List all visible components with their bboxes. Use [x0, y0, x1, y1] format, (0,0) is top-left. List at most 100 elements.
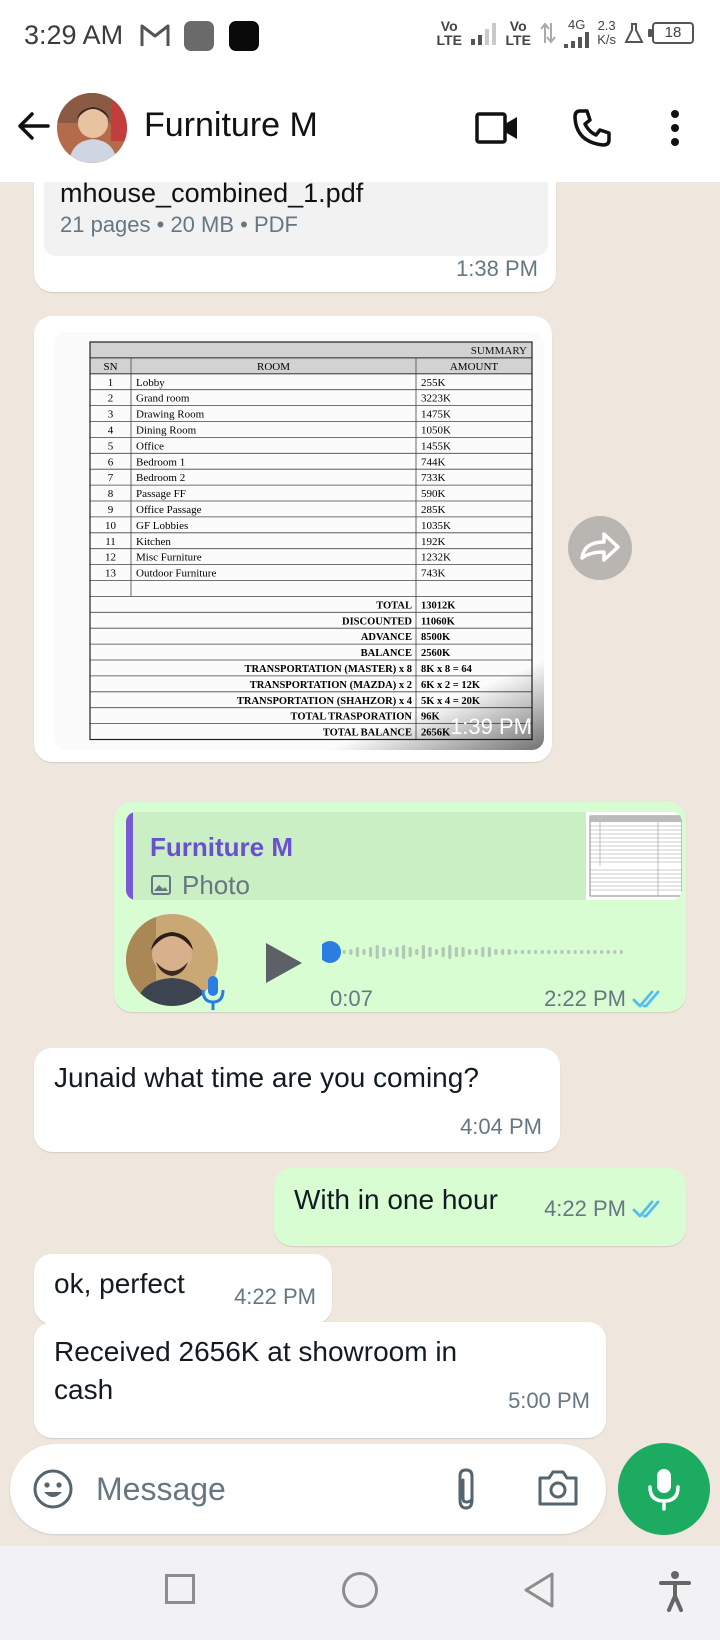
- home-button[interactable]: [342, 1572, 378, 1608]
- table-cell: 1: [108, 377, 114, 389]
- table-cell: Kitchen: [136, 536, 171, 548]
- waveform-bar: [540, 950, 544, 954]
- message-composer: [10, 1444, 606, 1534]
- chat-title[interactable]: Furniture M: [144, 106, 318, 145]
- table-cell: 1232K: [421, 552, 451, 564]
- app-notification-icon: [184, 21, 214, 51]
- waveform-bar: [468, 949, 472, 955]
- table-cell: 255K: [421, 377, 446, 389]
- voice-record-button[interactable]: [618, 1443, 710, 1535]
- system-back-icon[interactable]: [522, 1570, 556, 1610]
- message-time: 5:00 PM: [508, 1388, 590, 1413]
- waveform-bar: [534, 950, 538, 954]
- table-total-value: 11060K: [421, 616, 456, 627]
- table-cell: Misc Furniture: [136, 552, 202, 564]
- quoted-message[interactable]: Furniture M Photo: [126, 812, 682, 900]
- message-incoming[interactable]: Received 2656K at showroom in cash 5:00 …: [34, 1322, 606, 1438]
- table-title: SUMMARY: [471, 345, 527, 357]
- table-cell: 744K: [421, 456, 446, 468]
- table-cell: Dining Room: [136, 425, 197, 437]
- waveform-bar: [388, 949, 392, 955]
- message-text: ok, perfect: [54, 1268, 185, 1299]
- flask-icon: [624, 23, 644, 43]
- speed-value: 2.3: [597, 18, 616, 33]
- table-title-row: [89, 341, 533, 359]
- chat-area[interactable]: mhouse_combined_1.pdf 21 pages • 20 MB •…: [0, 182, 720, 1440]
- waveform-bar: [461, 947, 465, 957]
- contact-avatar[interactable]: [57, 93, 127, 163]
- document-message[interactable]: mhouse_combined_1.pdf 21 pages • 20 MB •…: [34, 182, 556, 292]
- photo-message[interactable]: SUMMARY SN ROOM AMOUNT 1 Lobby 255K 2 Grand room…: [34, 316, 552, 762]
- waveform-bar: [408, 947, 412, 957]
- table-cell: Bedroom 1: [136, 456, 185, 468]
- table-cell: 9: [108, 504, 114, 516]
- system-nav-bar: [0, 1546, 720, 1640]
- table-total-label: TOTAL: [376, 600, 412, 611]
- accessibility-icon[interactable]: [658, 1570, 692, 1612]
- attach-icon[interactable]: [450, 1466, 484, 1512]
- forward-button[interactable]: [568, 516, 632, 580]
- table-header-cell: AMOUNT: [450, 361, 499, 373]
- network-type-label: 4G: [568, 17, 586, 32]
- waveform-bar: [415, 949, 419, 955]
- document-card[interactable]: mhouse_combined_1.pdf 21 pages • 20 MB •…: [44, 182, 548, 256]
- message-time: 2:22 PM: [544, 986, 626, 1011]
- quoted-type: Photo: [182, 870, 250, 900]
- table-cell: 13: [105, 568, 117, 580]
- voice-duration: 0:07: [330, 986, 373, 1011]
- waveform-bar: [402, 945, 406, 959]
- phone-call-icon[interactable]: [572, 108, 612, 148]
- summary-table-image[interactable]: SUMMARY SN ROOM AMOUNT 1 Lobby 255K 2 Grand room…: [54, 332, 544, 750]
- status-time: 3:29 AM: [24, 20, 124, 50]
- quoted-sender: Furniture M: [150, 832, 293, 862]
- table-cell: 7: [108, 472, 114, 484]
- waveform-bar: [600, 950, 604, 954]
- table-total-label: ADVANCE: [361, 632, 412, 643]
- more-options-icon[interactable]: [664, 108, 686, 148]
- playback-knob[interactable]: [322, 941, 341, 963]
- quote-accent-bar: [126, 812, 133, 900]
- table-total-value: 8500K: [421, 632, 451, 643]
- waveform-bar: [435, 949, 439, 955]
- waveform-bar: [527, 950, 531, 954]
- table-cell: Lobby: [136, 377, 165, 389]
- battery-icon: 18: [648, 22, 694, 44]
- camera-icon[interactable]: [536, 1468, 580, 1508]
- message-text: Junaid what time are you coming?: [54, 1062, 479, 1093]
- table-cell: 4: [108, 425, 114, 437]
- signal-bars-2-icon: [564, 32, 590, 48]
- table-cell: 8: [108, 488, 114, 500]
- waveform-bar: [382, 947, 386, 957]
- emoji-icon[interactable]: [32, 1468, 74, 1510]
- waveform-bar: [395, 947, 399, 957]
- message-outgoing[interactable]: With in one hour 4:22 PM: [274, 1168, 686, 1246]
- recents-button[interactable]: [165, 1574, 195, 1604]
- video-call-icon[interactable]: [474, 108, 520, 148]
- table-cell: 192K: [421, 536, 446, 548]
- waveform-bar: [342, 950, 346, 954]
- table-cell: 12: [105, 552, 116, 564]
- table-cell: 5: [108, 440, 114, 452]
- voice-waveform[interactable]: [322, 932, 632, 972]
- waveform-bar: [501, 949, 505, 955]
- waveform-bar: [487, 947, 491, 957]
- voice-message[interactable]: Furniture M Photo 0:07 2:22 PM: [114, 802, 686, 1012]
- mic-icon: [648, 1469, 680, 1511]
- app-notification-icon-2: [229, 21, 259, 51]
- gmail-icon: [140, 24, 170, 46]
- message-incoming[interactable]: ok, perfect 4:22 PM: [34, 1254, 332, 1324]
- waveform-bar: [369, 947, 373, 957]
- back-arrow-icon[interactable]: [16, 108, 52, 144]
- play-icon[interactable]: [262, 940, 304, 986]
- message-input[interactable]: [96, 1462, 416, 1516]
- read-ticks-icon: [632, 1200, 660, 1218]
- message-time: 4:22 PM: [234, 1284, 316, 1309]
- table-cell: 2: [108, 393, 114, 405]
- waveform-bar: [613, 950, 617, 954]
- message-incoming[interactable]: Junaid what time are you coming? 4:04 PM: [34, 1048, 560, 1152]
- waveform-bar: [421, 945, 425, 959]
- waveform-bar: [441, 947, 445, 957]
- waveform-bar: [448, 945, 452, 959]
- table-cell: Office: [136, 440, 164, 452]
- table-cell: Drawing Room: [136, 409, 205, 421]
